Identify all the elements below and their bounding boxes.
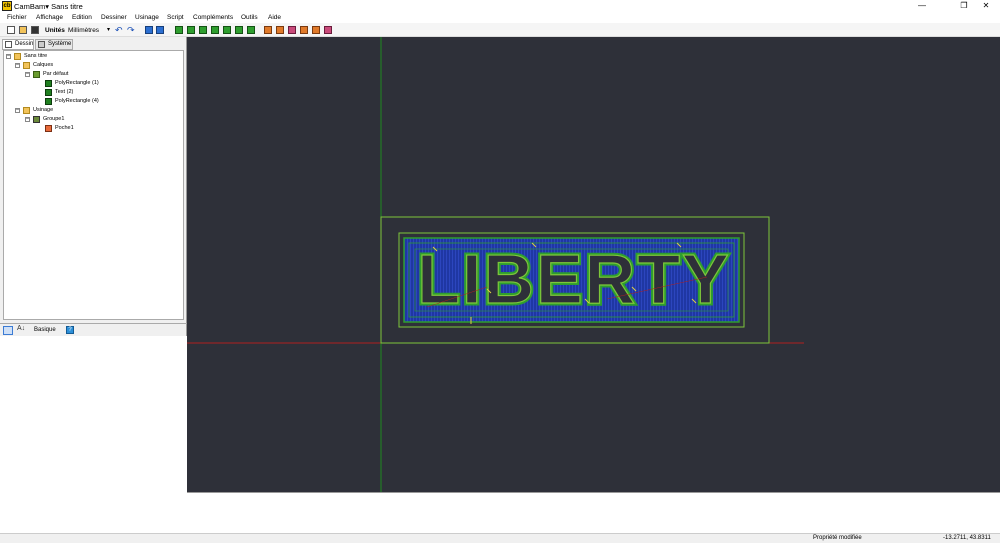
app-logo-icon: cb bbox=[2, 1, 12, 11]
draw-text-icon[interactable] bbox=[223, 26, 231, 34]
draw-arc-icon[interactable] bbox=[235, 26, 243, 34]
expand-group-icon[interactable]: – bbox=[25, 117, 30, 122]
tab-dessin[interactable]: Dessin bbox=[2, 39, 34, 50]
save-icon[interactable] bbox=[31, 26, 39, 34]
categorized-icon[interactable] bbox=[3, 326, 13, 335]
menu-dessiner[interactable]: Dessiner bbox=[101, 14, 127, 21]
sort-az-icon[interactable]: A↓ bbox=[17, 325, 25, 332]
draw-polyline-icon[interactable] bbox=[175, 26, 183, 34]
layer-icon bbox=[33, 71, 40, 78]
undo-icon[interactable]: ↶ bbox=[115, 25, 123, 36]
wrench-icon bbox=[38, 41, 45, 48]
machining-profile-icon[interactable] bbox=[264, 26, 272, 34]
folder-icon bbox=[23, 62, 30, 69]
expand-usinage-icon[interactable]: – bbox=[15, 108, 20, 113]
units-dropdown-icon[interactable]: ▾ bbox=[107, 26, 110, 33]
tree-node-shape[interactable]: PolyRectangle (1) bbox=[55, 79, 99, 87]
status-bar: Propriété modifiée -13.2711, 43.8311 bbox=[0, 533, 1000, 543]
view-single-icon[interactable] bbox=[145, 26, 153, 34]
menu-edition[interactable]: Edition bbox=[72, 14, 92, 21]
polyrectangle-icon bbox=[45, 80, 52, 87]
polyrectangle-icon bbox=[45, 98, 52, 105]
machining-drill-icon[interactable] bbox=[288, 26, 296, 34]
title-bar: cb CamBam▾ Sans titre — ❐ ✕ bbox=[0, 0, 1000, 12]
machining-lathe-icon[interactable] bbox=[324, 26, 332, 34]
tree-node-group[interactable]: Groupe1 bbox=[43, 115, 64, 123]
properties-toolbar: A↓ Basique ? bbox=[0, 323, 187, 336]
redo-icon[interactable]: ↷ bbox=[127, 25, 135, 36]
page-icon bbox=[5, 41, 12, 48]
tab-systeme[interactable]: Système bbox=[35, 39, 73, 50]
tab-systeme-label: Système bbox=[48, 41, 72, 47]
liberty-text[interactable]: LIBERTY bbox=[417, 239, 730, 318]
expand-calques-icon[interactable]: – bbox=[15, 63, 20, 68]
text-shape-icon bbox=[45, 89, 52, 96]
tree-node-shape[interactable]: Text (2) bbox=[55, 88, 73, 96]
menu-fichier[interactable]: Fichier bbox=[7, 14, 27, 21]
help-icon[interactable]: ? bbox=[66, 326, 74, 334]
tree-node-layer-default[interactable]: Par défaut bbox=[43, 70, 68, 78]
menu-affichage[interactable]: Affichage bbox=[36, 14, 63, 21]
properties-grid bbox=[0, 336, 187, 533]
view-grid-icon[interactable] bbox=[156, 26, 164, 34]
machining-pocket-icon[interactable] bbox=[276, 26, 284, 34]
expand-root-icon[interactable]: – bbox=[6, 54, 11, 59]
close-button[interactable]: ✕ bbox=[972, 0, 1000, 12]
machining-group-icon bbox=[33, 116, 40, 123]
toolbar: Unités Millimètres ▾ ↶ ↷ bbox=[0, 23, 1000, 37]
drawing-tree: – Sans titre – Calques – Par défaut Poly… bbox=[3, 50, 184, 320]
cursor-coordinates: -13.2711, 43.8311 bbox=[943, 535, 991, 541]
tree-node-shape[interactable]: PolyRectangle (4) bbox=[55, 97, 99, 105]
message-panel[interactable] bbox=[187, 492, 1000, 533]
menu-complements[interactable]: Compléments bbox=[193, 14, 233, 21]
tree-node-calques[interactable]: Calques bbox=[33, 61, 53, 69]
units-label: Unités bbox=[45, 27, 65, 34]
folder-icon bbox=[23, 107, 30, 114]
menu-aide[interactable]: Aide bbox=[268, 14, 281, 21]
drawing-canvas[interactable]: LIBERTY LIBERTY bbox=[187, 37, 1000, 492]
folder-icon bbox=[14, 53, 21, 60]
open-folder-icon[interactable] bbox=[19, 26, 27, 34]
status-message: Propriété modifiée bbox=[813, 535, 862, 541]
tree-node-pocket[interactable]: Poche1 bbox=[55, 124, 74, 132]
menu-bar: Fichier Affichage Edition Dessiner Usina… bbox=[0, 12, 1000, 23]
draw-circle-icon[interactable] bbox=[187, 26, 195, 34]
expand-layer-icon[interactable]: – bbox=[25, 72, 30, 77]
tab-dessin-label: Dessin bbox=[15, 41, 34, 47]
draw-rectangle-icon[interactable] bbox=[199, 26, 207, 34]
draw-polygon-icon[interactable] bbox=[247, 26, 255, 34]
menu-usinage[interactable]: Usinage bbox=[135, 14, 159, 21]
menu-script[interactable]: Script bbox=[167, 14, 184, 21]
units-select[interactable]: Millimètres bbox=[68, 27, 99, 34]
draw-point-icon[interactable] bbox=[211, 26, 219, 34]
pocket-icon bbox=[45, 125, 52, 132]
left-panel: Dessin Système – Sans titre – Calques – … bbox=[0, 37, 187, 533]
tree-node-usinage[interactable]: Usinage bbox=[33, 106, 53, 114]
tree-node-root[interactable]: Sans titre bbox=[24, 52, 47, 60]
canvas-svg: LIBERTY LIBERTY bbox=[187, 37, 804, 492]
window-title[interactable]: CamBam▾ Sans titre bbox=[14, 2, 83, 11]
properties-mode[interactable]: Basique bbox=[34, 327, 56, 333]
new-file-icon[interactable] bbox=[7, 26, 15, 34]
minimize-button[interactable]: — bbox=[908, 0, 936, 12]
machining-engrave-icon[interactable] bbox=[300, 26, 308, 34]
machining-3d-icon[interactable] bbox=[312, 26, 320, 34]
menu-outils[interactable]: Outils bbox=[241, 14, 258, 21]
